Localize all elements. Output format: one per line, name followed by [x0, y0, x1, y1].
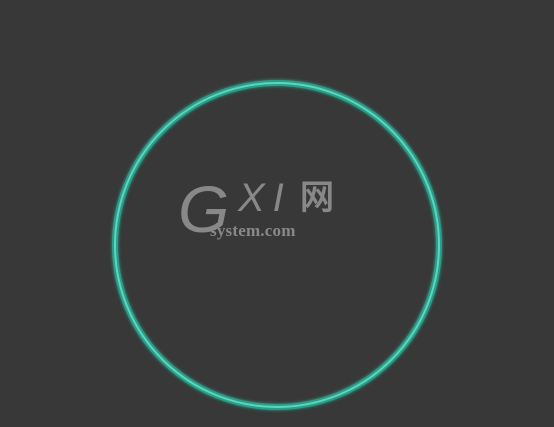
watermark-domain: system.com — [210, 221, 296, 240]
watermark-cn-char: 网 — [300, 178, 334, 218]
canvas: G XI 网 system.com — [0, 0, 554, 427]
watermark-letters: XI — [238, 176, 292, 220]
watermark-logo: G XI 网 system.com — [178, 176, 348, 248]
